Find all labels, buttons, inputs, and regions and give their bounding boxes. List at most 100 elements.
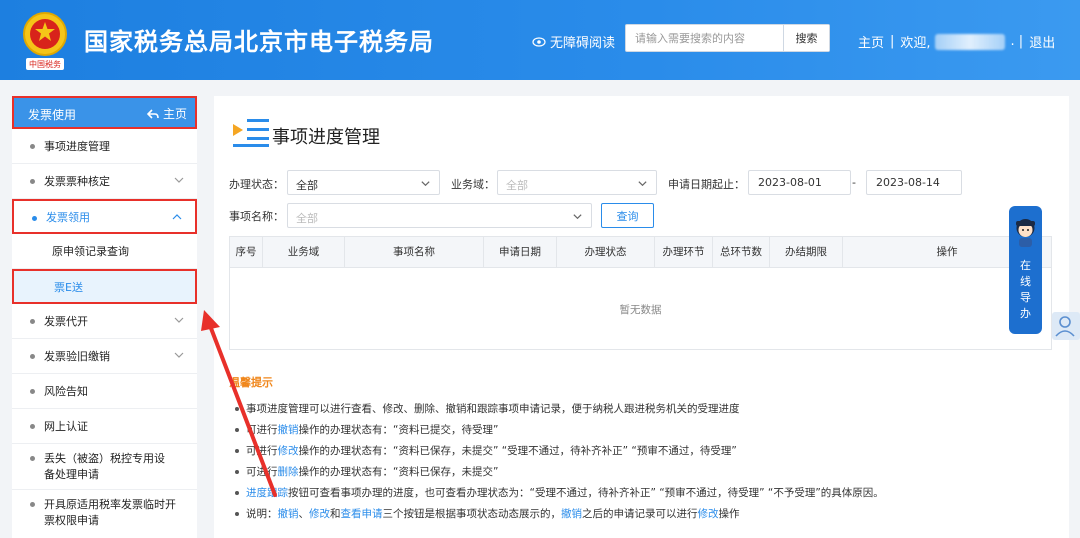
tip-item: 可进行删除操作的办理状态有：“资料已保存，未提交” [232, 464, 1052, 485]
sidebar-item-invoice-cancel[interactable]: 发票验旧缴销 [12, 339, 197, 374]
tip-keyword: 撤销 [561, 508, 582, 520]
sidebar-item-invoice-type[interactable]: 发票票种核定 [12, 164, 197, 199]
tips-list: 事项进度管理可以进行查看、修改、删除、撤销和跟踪事项申请记录，便于纳税人跟进税务… [232, 401, 1052, 527]
col-header: 申请日期 [484, 237, 557, 268]
tip-keyword: 查看申请 [340, 508, 383, 520]
sidebar-item-lost-device[interactable]: 丢失（被盗）税控专用设备处理申请 [12, 444, 197, 490]
col-header: 业务域 [263, 237, 345, 268]
sidebar-item-label: 网上认证 [44, 420, 88, 433]
search-button[interactable]: 搜索 [783, 25, 829, 51]
nav-separator: | [890, 34, 895, 49]
tip-keyword: 修改 [697, 508, 719, 520]
domain-select[interactable]: 全部 [497, 170, 657, 195]
user-service-button[interactable] [1052, 312, 1080, 340]
sidebar-item-progress[interactable]: 事项进度管理 [12, 129, 197, 164]
top-nav: 主页 | 欢迎, . | 退出 [858, 32, 1055, 51]
tips-title: 温馨提示 [229, 376, 273, 389]
tip-keyword: 撤销 [277, 424, 299, 436]
tip-keyword: 修改 [309, 508, 330, 520]
item-name-label: 事项名称： [229, 210, 284, 223]
status-label: 办理状态： [229, 178, 284, 191]
bullet-icon [30, 456, 35, 461]
tip-text: 、 [298, 508, 310, 520]
sidebar-subitem-records[interactable]: 原申领记录查询 [12, 234, 197, 269]
tip-text: 操作的办理状态有：“资料已提交，待受理” [298, 424, 499, 436]
sidebar-item-label: 事项进度管理 [44, 140, 110, 153]
empty-state: 暂无数据 [619, 304, 662, 316]
sidebar-item-label: 发票验旧缴销 [44, 350, 110, 363]
page-title: 事项进度管理 [272, 127, 380, 148]
tip-item: 事项进度管理可以进行查看、修改、删除、撤销和跟踪事项申请记录，便于纳税人跟进税务… [232, 401, 1052, 422]
bullet-icon [30, 319, 35, 324]
tip-keyword: 进度跟踪 [246, 487, 288, 499]
col-header: 序号 [230, 237, 263, 268]
col-header: 总环节数 [713, 237, 770, 268]
tip-item: 可进行修改操作的办理状态有：“资料已保存，未提交” “受理不通过，待补齐补正” … [232, 443, 1052, 464]
tip-text: 操作的办理状态有：“资料已保存，未提交” [298, 466, 499, 478]
chevron-down-icon [421, 181, 430, 187]
main-panel: 事项进度管理 办理状态： 全部 业务域： 全部 申请日期起止： 2023-08-… [214, 96, 1069, 538]
tip-text: 说明： [246, 508, 278, 520]
sidebar-item-label: 丢失（被盗）税控专用设备处理申请 [44, 451, 165, 481]
online-guide-button[interactable]: 在线导办 [1009, 206, 1042, 334]
back-arrow-icon [146, 108, 159, 119]
bullet-icon [30, 354, 35, 359]
sidebar-item-label: 发票代开 [44, 315, 88, 328]
sidebar-item-temp-permission[interactable]: 开具原适用税率发票临时开票权限申请 [12, 490, 197, 536]
nav-separator: . | [1010, 34, 1024, 49]
tip-item: 说明：撤销、修改和查看申请三个按钮是根据事项状态动态展示的，撤销之后的申请记录可… [232, 506, 1052, 527]
svg-text:中国税务: 中国税务 [29, 59, 61, 69]
sidebar-item-online-cert[interactable]: 网上认证 [12, 409, 197, 444]
tip-text: 和 [330, 508, 341, 520]
progress-table: 序号 业务域 事项名称 申请日期 办理状态 办理环节 总环节数 办结期限 操作 … [229, 236, 1052, 350]
item-name-select[interactable]: 全部 [287, 203, 592, 228]
col-header: 办结期限 [770, 237, 843, 268]
bullet-icon [30, 144, 35, 149]
user-icon [1055, 316, 1075, 337]
domain-label: 业务域： [451, 178, 495, 191]
nav-home-link[interactable]: 主页 [858, 32, 884, 51]
tip-text: 三个按钮是根据事项状态动态展示的， [382, 508, 562, 520]
nav-logout-link[interactable]: 退出 [1029, 32, 1055, 51]
sidebar-item-risk[interactable]: 风险告知 [12, 374, 197, 409]
sidebar-item-label: 发票领用 [46, 210, 90, 224]
query-button[interactable]: 查询 [601, 203, 654, 228]
tip-keyword: 删除 [277, 466, 299, 478]
search-input[interactable] [626, 25, 783, 51]
status-value: 全部 [296, 179, 318, 192]
tip-text: 之后的申请记录可以进行 [582, 508, 698, 520]
tip-text: 操作的办理状态有：“资料已保存，未提交” “受理不通过，待补齐补正” “预审不通… [298, 445, 737, 457]
col-header: 办理状态 [557, 237, 655, 268]
date-from-input[interactable]: 2023-08-01 [748, 170, 851, 195]
bullet-icon [30, 179, 35, 184]
sidebar-home-label: 主页 [162, 107, 187, 121]
tip-keyword: 修改 [277, 445, 299, 457]
bullet-icon [30, 389, 35, 394]
sidebar-item-invoice-issue[interactable]: 发票代开 [12, 304, 197, 339]
tip-text: 可进行 [246, 445, 278, 457]
date-to-input[interactable]: 2023-08-14 [866, 170, 962, 195]
status-select[interactable]: 全部 [287, 170, 440, 195]
sidebar-title: 发票使用 [28, 108, 77, 122]
site-title: 国家税务总局北京市电子税务局 [84, 28, 434, 56]
col-header: 办理环节 [655, 237, 713, 268]
col-header: 事项名称 [345, 237, 484, 268]
eye-icon [532, 36, 546, 47]
sidebar-subitem-piao-e-song[interactable]: 票E送 [12, 269, 197, 304]
chevron-down-icon [638, 181, 647, 187]
bullet-icon [30, 424, 35, 429]
top-header: 中国税务 国家税务总局北京市电子税务局 无障碍阅读 搜索 主页 | 欢迎, . … [0, 0, 1080, 80]
sidebar-item-label: 开具原适用税率发票临时开票权限申请 [44, 498, 176, 527]
tip-keyword: 撤销 [277, 508, 299, 520]
tip-item: 可进行撤销操作的办理状态有：“资料已提交，待受理” [232, 422, 1052, 443]
item-name-value: 全部 [296, 212, 318, 225]
bullet-icon [30, 502, 35, 507]
sidebar-item-invoice-apply[interactable]: 发票领用 [12, 199, 197, 234]
chevron-up-icon [172, 214, 182, 220]
nav-welcome: 欢迎, [900, 36, 931, 51]
bullet-icon [32, 216, 37, 221]
accessibility-label: 无障碍阅读 [550, 36, 616, 51]
tax-emblem-logo: 中国税务 [23, 12, 67, 70]
accessibility-link[interactable]: 无障碍阅读 [532, 32, 615, 51]
sidebar-home-link[interactable]: 主页 [146, 105, 187, 122]
